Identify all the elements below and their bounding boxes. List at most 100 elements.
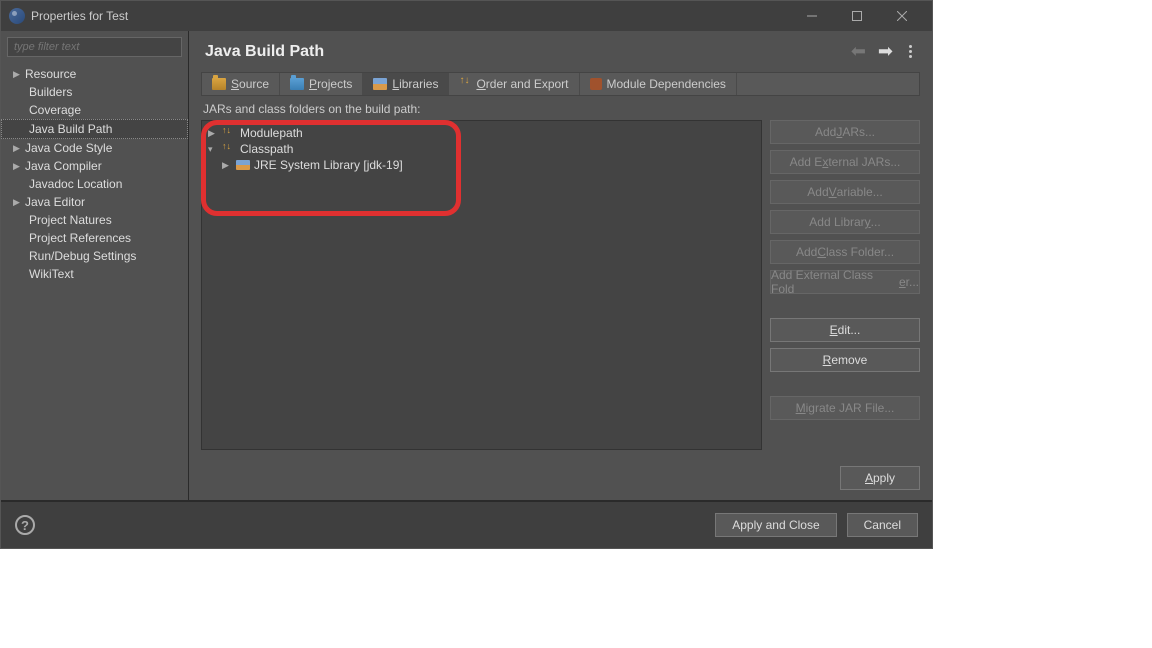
view-menu-icon[interactable] [905, 41, 916, 62]
button-label: Cancel [864, 518, 901, 532]
migrate-jar-button[interactable]: Migrate JAR File... [770, 396, 920, 420]
tab-label: Source [231, 77, 269, 91]
sidebar-item-label: Resource [25, 67, 76, 81]
sidebar-item-project-references[interactable]: Project References [1, 229, 188, 247]
sidebar-item-java-editor[interactable]: ▶Java Editor [1, 193, 188, 211]
sidebar-item-label: Run/Debug Settings [29, 249, 136, 263]
sidebar-item-builders[interactable]: Builders [1, 83, 188, 101]
tab-label: Module Dependencies [607, 77, 726, 91]
sidebar-item-coverage[interactable]: Coverage [1, 101, 188, 119]
button-column: Add JARs... Add External JARs... Add Var… [770, 120, 920, 454]
window-body: ▶Resource Builders Coverage Java Build P… [1, 31, 932, 548]
tree-node-label: Modulepath [240, 126, 303, 140]
tab-label: Order and Export [476, 77, 568, 91]
cancel-button[interactable]: Cancel [847, 513, 918, 537]
sidebar-item-label: Project Natures [29, 213, 112, 227]
tab-order-export[interactable]: Order and Export [449, 73, 579, 95]
order-icon [459, 78, 471, 90]
footer: ? Apply and Close Cancel [1, 500, 932, 548]
lib-tree-container: ▶ Modulepath ▾ Classpath ▶ JRE System Libra… [201, 120, 762, 454]
sidebar-item-label: WikiText [29, 267, 74, 281]
apply-button[interactable]: Apply [840, 466, 920, 490]
caret-icon: ▶ [222, 160, 232, 171]
edit-button[interactable]: Edit... [770, 318, 920, 342]
projects-icon [290, 78, 304, 90]
sidebar-item-label: Javadoc Location [29, 177, 122, 191]
sidebar-item-java-code-style[interactable]: ▶Java Code Style [1, 139, 188, 157]
hint-text: JARs and class folders on the build path… [203, 102, 918, 116]
apply-row: Apply [201, 454, 920, 500]
sidebar-item-resource[interactable]: ▶Resource [1, 65, 188, 83]
page-title: Java Build Path [205, 43, 324, 61]
add-jars-button[interactable]: Add JARs... [770, 120, 920, 144]
tab-projects[interactable]: Projects [280, 73, 363, 95]
add-external-class-folder-button[interactable]: Add External Class Folder... [770, 270, 920, 294]
sidebar-item-label: Java Build Path [29, 122, 112, 136]
main-area: ▶Resource Builders Coverage Java Build P… [1, 31, 932, 500]
sidebar-item-run-debug-settings[interactable]: Run/Debug Settings [1, 247, 188, 265]
button-label: Apply [865, 471, 895, 485]
add-library-button[interactable]: Add Library... [770, 210, 920, 234]
sidebar-item-label: Coverage [29, 103, 81, 117]
caret-icon: ▶ [208, 128, 218, 139]
button-label: Apply and Close [732, 518, 819, 532]
properties-dialog: Properties for Test ▶Resource Builders C… [0, 0, 933, 549]
remove-button[interactable]: Remove [770, 348, 920, 372]
source-icon [212, 78, 226, 90]
sidebar-item-label: Java Code Style [25, 141, 112, 155]
caret-icon: ▶ [13, 161, 23, 172]
sidebar-item-wikitext[interactable]: WikiText [1, 265, 188, 283]
add-external-jars-button[interactable]: Add External JARs... [770, 150, 920, 174]
back-arrow-icon[interactable]: ⬅ [851, 41, 866, 62]
sidebar-item-project-natures[interactable]: Project Natures [1, 211, 188, 229]
header-actions: ⬅ ➡ [851, 41, 916, 62]
apply-and-close-button[interactable]: Apply and Close [715, 513, 836, 537]
tree-node-classpath[interactable]: ▾ Classpath [206, 141, 757, 157]
sidebar: ▶Resource Builders Coverage Java Build P… [1, 31, 189, 500]
caret-icon: ▶ [13, 69, 23, 80]
sidebar-tree: ▶Resource Builders Coverage Java Build P… [1, 63, 188, 285]
path-icon [222, 128, 236, 138]
tab-libraries[interactable]: Libraries [363, 73, 449, 95]
minimize-button[interactable] [789, 2, 834, 30]
sidebar-item-label: Java Editor [25, 195, 85, 209]
sidebar-item-java-compiler[interactable]: ▶Java Compiler [1, 157, 188, 175]
path-icon [222, 144, 236, 154]
app-icon [9, 8, 25, 24]
libraries-icon [373, 78, 387, 90]
spacer [770, 300, 920, 312]
maximize-button[interactable] [834, 2, 879, 30]
tab-label: Libraries [392, 77, 438, 91]
tab-source[interactable]: Source [202, 73, 280, 95]
library-icon [236, 160, 250, 170]
tree-node-label: Classpath [240, 142, 293, 156]
close-button[interactable] [879, 2, 924, 30]
forward-arrow-icon[interactable]: ➡ [878, 41, 893, 62]
filter-input[interactable] [7, 37, 182, 57]
add-class-folder-button[interactable]: Add Class Folder... [770, 240, 920, 264]
add-variable-button[interactable]: Add Variable... [770, 180, 920, 204]
tab-module-dependencies[interactable]: Module Dependencies [580, 73, 737, 95]
spacer [770, 378, 920, 390]
sidebar-item-label: Java Compiler [25, 159, 102, 173]
sidebar-item-javadoc-location[interactable]: Javadoc Location [1, 175, 188, 193]
tree-node-modulepath[interactable]: ▶ Modulepath [206, 125, 757, 141]
caret-icon: ▶ [13, 197, 23, 208]
tab-bar: Source Projects Libraries Order and Expo… [201, 72, 920, 96]
tree-node-label: JRE System Library [jdk-19] [254, 158, 403, 172]
module-icon [590, 78, 602, 90]
tab-label: Projects [309, 77, 352, 91]
tree-node-jre[interactable]: ▶ JRE System Library [jdk-19] [206, 157, 757, 173]
caret-icon: ▶ [13, 143, 23, 154]
sidebar-item-label: Builders [29, 85, 72, 99]
content-header: Java Build Path ⬅ ➡ [201, 31, 920, 72]
titlebar: Properties for Test [1, 1, 932, 31]
libraries-tree[interactable]: ▶ Modulepath ▾ Classpath ▶ JRE System Libra… [201, 120, 762, 450]
content-panel: Java Build Path ⬅ ➡ Source Projects Libr… [189, 31, 932, 500]
sidebar-item-java-build-path[interactable]: Java Build Path [1, 119, 188, 139]
window-title: Properties for Test [31, 9, 789, 23]
help-icon[interactable]: ? [15, 515, 35, 535]
caret-icon: ▾ [208, 144, 218, 155]
libraries-area: ▶ Modulepath ▾ Classpath ▶ JRE System Libra… [201, 120, 920, 454]
window-controls [789, 2, 924, 30]
